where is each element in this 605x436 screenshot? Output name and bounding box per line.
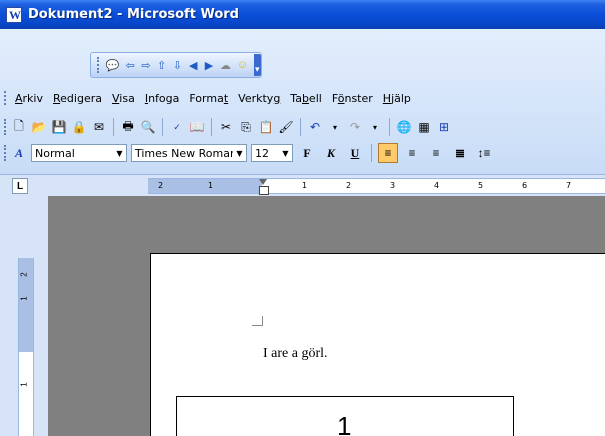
menu-hjalp[interactable]: Hjälp xyxy=(381,92,419,105)
menu-visa[interactable]: Visa xyxy=(110,92,143,105)
ruler-tick-label: 1 xyxy=(19,382,29,387)
line-spacing-button[interactable]: ↕≡ xyxy=(474,143,494,163)
font-size-value: 12 xyxy=(255,146,269,160)
triangle-left-icon[interactable]: ◀ xyxy=(188,58,198,72)
spelling-check-icon[interactable]: ✓ xyxy=(169,119,185,135)
align-left-button[interactable]: ≡ xyxy=(378,143,398,163)
separator xyxy=(211,118,212,136)
ruler-tick-label: 2 xyxy=(19,272,29,277)
copy-icon[interactable]: ⎘ xyxy=(238,119,254,135)
margin-corner-mark xyxy=(252,325,262,326)
research-icon[interactable]: 📖 xyxy=(189,119,205,135)
formatting-toolbar-grip[interactable] xyxy=(4,145,7,161)
horizontal-ruler[interactable]: 2 1 1 2 3 4 5 6 7 xyxy=(148,178,605,195)
ruler-tick-label: 7 xyxy=(566,181,572,190)
font-size-select[interactable]: 12 ▼ xyxy=(251,144,293,162)
ruler-tick-label: 1 xyxy=(302,181,308,190)
body-paragraph[interactable]: I are a görl. xyxy=(263,346,328,362)
redo-icon[interactable]: ↷ xyxy=(347,119,363,135)
ruler-tick-label: 1 xyxy=(208,181,214,190)
menu-arkiv[interactable]: Arkiv xyxy=(13,92,51,105)
separator xyxy=(162,118,163,136)
arrow-up-icon[interactable]: ⇧ xyxy=(157,58,167,72)
floating-toolbar: 💬 ⇦ ⇨ ⇧ ⇩ ◀ ▶ ☁ ☺ xyxy=(90,52,262,78)
indent-marker[interactable] xyxy=(258,179,269,195)
new-document-icon[interactable]: 🗋 xyxy=(11,119,27,135)
align-center-button[interactable]: ≡ xyxy=(402,143,422,163)
separator xyxy=(371,144,372,162)
vertical-ruler[interactable]: 2 1 1 xyxy=(18,258,34,436)
insert-table-icon[interactable]: ⊞ xyxy=(436,119,452,135)
save-icon[interactable]: 💾 xyxy=(51,119,67,135)
undo-icon[interactable]: ↶ xyxy=(307,119,323,135)
menubar-grip[interactable] xyxy=(4,91,7,105)
open-folder-icon[interactable]: 📂 xyxy=(31,119,47,135)
menu-fonster[interactable]: Fönster xyxy=(330,92,381,105)
hyperlink-icon[interactable]: 🌐 xyxy=(396,119,412,135)
formatting-toolbar: A Normal ▼ Times New Roman ▼ 12 ▼ F K U … xyxy=(0,140,605,166)
title-bar[interactable]: Dokument2 - Microsoft Word xyxy=(0,0,605,29)
chevron-down-icon[interactable]: ▼ xyxy=(279,145,292,161)
ruler-tick-label: 5 xyxy=(478,181,484,190)
justify-button[interactable]: ≣ xyxy=(450,143,470,163)
cut-icon[interactable]: ✂ xyxy=(218,119,234,135)
ruler-tick-label: 2 xyxy=(158,181,164,190)
font-select[interactable]: Times New Roman ▼ xyxy=(131,144,247,162)
word-app-icon[interactable] xyxy=(6,6,22,23)
document-page[interactable]: I are a görl. 1 xyxy=(150,253,605,436)
arrow-left-icon[interactable]: ⇦ xyxy=(125,58,135,72)
ruler-tick-label: 3 xyxy=(390,181,396,190)
chevron-down-icon[interactable]: ▼ xyxy=(233,145,246,161)
smiley-icon[interactable]: ☺ xyxy=(237,58,248,72)
menu-tabell[interactable]: Tabell xyxy=(288,92,330,105)
ruler-tick-label: 4 xyxy=(434,181,440,190)
align-right-button[interactable]: ≡ xyxy=(426,143,446,163)
toolbar-options-dropdown[interactable] xyxy=(254,54,261,76)
italic-button[interactable]: K xyxy=(321,143,341,163)
paste-icon[interactable]: 📋 xyxy=(258,119,274,135)
underline-button[interactable]: U xyxy=(345,143,365,163)
arrow-down-icon[interactable]: ⇩ xyxy=(173,58,183,72)
menu-format[interactable]: Format xyxy=(187,92,236,105)
styles-formatting-icon[interactable]: A xyxy=(11,145,27,161)
standard-toolbar-grip[interactable] xyxy=(4,119,7,135)
text-box-content[interactable]: 1 xyxy=(337,411,351,436)
tables-borders-icon[interactable]: ▦ xyxy=(416,119,432,135)
standard-toolbar: 🗋 📂 💾 🔒 ✉ 🖶 🔍 ✓ 📖 ✂ ⎘ 📋 🖌 ↶ ▾ ↷ ▾ 🌐 ▦ ⊞ xyxy=(0,114,605,140)
separator xyxy=(113,118,114,136)
print-icon[interactable]: 🖶 xyxy=(120,119,136,135)
separator xyxy=(300,118,301,136)
font-value: Times New Roman xyxy=(135,146,233,160)
style-value: Normal xyxy=(35,146,75,160)
menu-infoga[interactable]: Infoga xyxy=(143,92,188,105)
arrow-right-icon[interactable]: ⇨ xyxy=(141,58,151,72)
toolbar-grip[interactable] xyxy=(97,57,100,73)
tab-selector-button[interactable]: L xyxy=(12,178,28,194)
window-title: Dokument2 - Microsoft Word xyxy=(28,7,239,22)
menu-bar: Arkiv Redigera Visa Infoga Format Verkty… xyxy=(0,86,605,110)
dropdown-arrow-icon[interactable]: ▾ xyxy=(367,119,383,135)
menu-redigera[interactable]: Redigera xyxy=(51,92,110,105)
brain-icon[interactable]: ☁ xyxy=(220,58,231,72)
left-margin-area xyxy=(148,179,262,193)
format-painter-icon[interactable]: 🖌 xyxy=(278,119,294,135)
ruler-tick-label: 1 xyxy=(19,296,29,301)
chevron-down-icon[interactable]: ▼ xyxy=(113,145,126,161)
email-icon[interactable]: ✉ xyxy=(91,119,107,135)
ruler-tick-label: 2 xyxy=(346,181,352,190)
dropdown-arrow-icon[interactable]: ▾ xyxy=(327,119,343,135)
text-box[interactable]: 1 xyxy=(176,396,514,436)
ruler-row: L 2 1 1 2 3 4 5 6 7 xyxy=(0,174,605,196)
print-preview-icon[interactable]: 🔍 xyxy=(140,119,156,135)
margin-corner-mark xyxy=(262,316,263,326)
permission-icon[interactable]: 🔒 xyxy=(71,119,87,135)
separator xyxy=(389,118,390,136)
menu-verktyg[interactable]: Verktyg xyxy=(236,92,288,105)
ruler-tick-label: 6 xyxy=(522,181,528,190)
triangle-right-icon[interactable]: ▶ xyxy=(204,58,214,72)
style-select[interactable]: Normal ▼ xyxy=(31,144,127,162)
speech-bubble-icon[interactable]: 💬 xyxy=(106,58,120,72)
bold-button[interactable]: F xyxy=(297,143,317,163)
